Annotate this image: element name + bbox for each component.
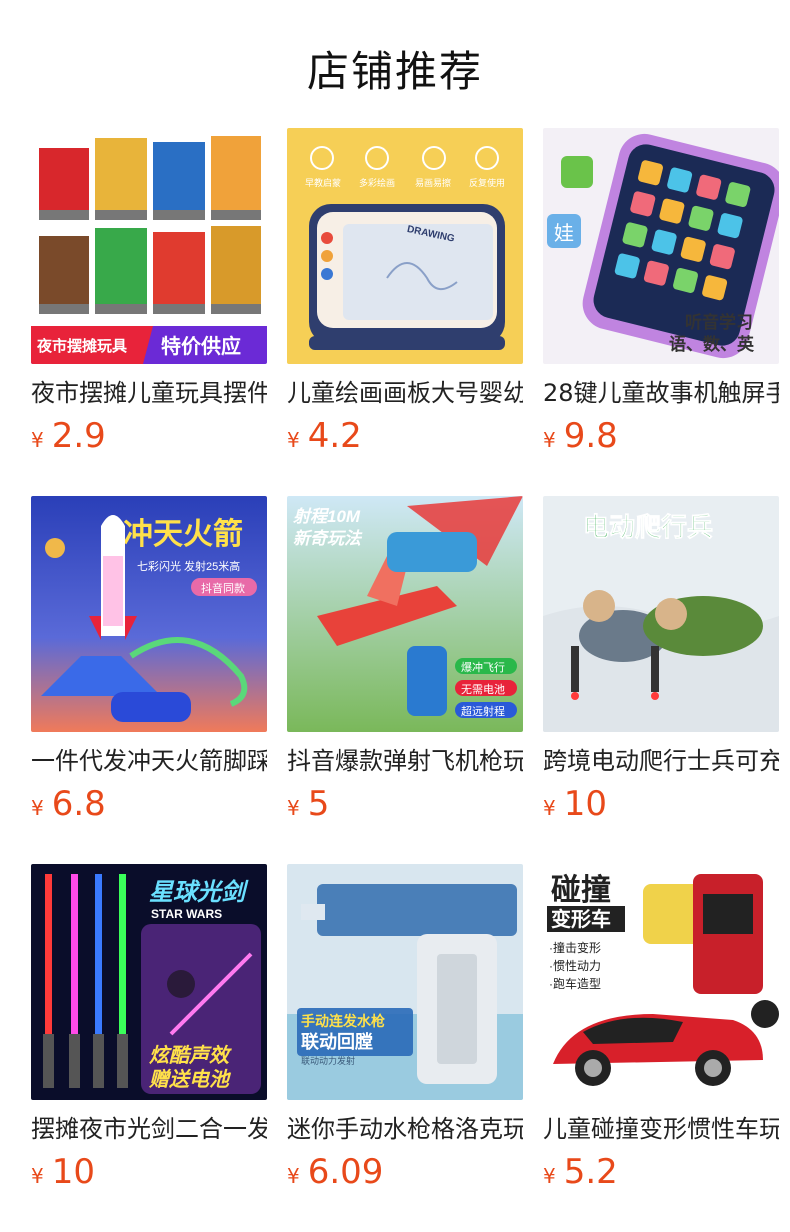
headline-1: 射程10M	[293, 507, 361, 526]
product-card[interactable]: 射程10M 新奇玩法 爆冲飞行 无需电池 超远射程 抖音爆款弹射飞机枪玩具 ¥ …	[287, 496, 523, 824]
caption-2: 语、数、英	[669, 334, 755, 354]
feature: ·跑车造型	[549, 976, 601, 991]
price-value: 9.8	[563, 416, 618, 456]
product-price: ¥ 9.8	[543, 416, 779, 456]
headline-2: 新奇玩法	[293, 529, 363, 548]
subline: 七彩闪光 发射25米高	[137, 559, 240, 573]
headline-2: 变形车	[551, 907, 611, 931]
tile-char: 娃	[554, 222, 574, 245]
product-price: ¥ 4.2	[287, 416, 523, 456]
product-card[interactable]: 手动连发水枪 联动回膛 联动动力发射 迷你手动水枪格洛克玩具 ¥ 6.09	[287, 864, 523, 1192]
banner-left-text: 夜市摆摊玩具	[36, 337, 127, 355]
product-price: ¥ 2.9	[31, 416, 267, 456]
currency-symbol: ¥	[543, 1164, 556, 1188]
currency-symbol: ¥	[31, 1164, 44, 1188]
product-name[interactable]: 夜市摆摊儿童玩具摆件	[31, 376, 267, 410]
feature: ·撞击变形	[549, 940, 601, 955]
price-value: 6.8	[51, 784, 106, 824]
product-image[interactable]: 娃 听音学习 语、数、英	[543, 128, 779, 364]
product-card[interactable]: 碰撞 变形车 ·撞击变形 ·惯性动力 ·跑车造型 儿童碰撞变形惯性车玩具 ¥ 5…	[543, 864, 779, 1192]
headline: 冲天火箭	[123, 517, 243, 551]
currency-symbol: ¥	[543, 796, 556, 820]
caption-1: 听音学习	[685, 312, 753, 332]
currency-symbol: ¥	[31, 428, 44, 452]
product-name[interactable]: 跨境电动爬行士兵可充电	[543, 744, 779, 778]
product-price: ¥ 10	[543, 784, 779, 824]
promo-2: 联动回膛	[301, 1031, 373, 1052]
banner-right-text: 特价供应	[161, 334, 241, 358]
product-image[interactable]: 手动连发水枪 联动回膛 联动动力发射	[287, 864, 523, 1100]
currency-symbol: ¥	[543, 428, 556, 452]
product-image[interactable]: 电动爬行兵	[543, 496, 779, 732]
product-price: ¥ 5.2	[543, 1152, 779, 1192]
product-card[interactable]: 夜市摆摊玩具 特价供应 夜市摆摊儿童玩具摆件 ¥ 2.9	[31, 128, 267, 456]
price-value: 2.9	[51, 416, 106, 456]
currency-symbol: ¥	[287, 428, 300, 452]
product-name[interactable]: 迷你手动水枪格洛克玩具	[287, 1112, 523, 1146]
product-image[interactable]: 夜市摆摊玩具 特价供应	[31, 128, 267, 364]
currency-symbol: ¥	[287, 1164, 300, 1188]
promo-2: 赠送电池	[149, 1068, 232, 1091]
product-image[interactable]: 射程10M 新奇玩法 爆冲飞行 无需电池 超远射程	[287, 496, 523, 732]
badge: 无需电池	[461, 683, 505, 696]
headline: 电动爬行兵	[583, 512, 713, 542]
feature-label: 反复使用	[469, 177, 505, 188]
feature-label: 易画易擦	[415, 177, 451, 188]
product-name[interactable]: 摆摊夜市光剑二合一发光	[31, 1112, 267, 1146]
badge: 爆冲飞行	[461, 660, 505, 674]
promo-3: 联动动力发射	[301, 1055, 355, 1066]
price-value: 10	[563, 784, 607, 824]
tag-text: 抖音同款	[201, 581, 245, 595]
currency-symbol: ¥	[31, 796, 44, 820]
badge: 超远射程	[461, 704, 505, 718]
price-value: 4.2	[307, 416, 362, 456]
product-image[interactable]: 星球光剑 STAR WARS 炫酷声效 赠送电池	[31, 864, 267, 1100]
product-name[interactable]: 儿童碰撞变形惯性车玩具	[543, 1112, 779, 1146]
headline-1: 碰撞	[551, 874, 611, 907]
product-card[interactable]: 冲天火箭 七彩闪光 发射25米高 抖音同款 一件代发冲天火箭脚踩 ¥ 6.8	[31, 496, 267, 824]
product-image[interactable]: 早教启蒙 多彩绘画 易画易擦 反复使用 DRAWING	[287, 128, 523, 364]
product-name[interactable]: 一件代发冲天火箭脚踩	[31, 744, 267, 778]
product-card[interactable]: 电动爬行兵 跨境电动爬行士兵可充电 ¥ 10	[543, 496, 779, 824]
feature-label: 早教启蒙	[305, 177, 341, 188]
feature-label: 多彩绘画	[359, 177, 395, 188]
product-price: ¥ 5	[287, 784, 523, 824]
page-title: 店铺推荐	[306, 47, 483, 96]
product-name[interactable]: 28键儿童故事机触屏手机	[543, 376, 779, 410]
product-image[interactable]: 冲天火箭 七彩闪光 发射25米高 抖音同款	[31, 496, 267, 732]
price-value: 5	[307, 784, 330, 824]
price-value: 5.2	[563, 1152, 618, 1192]
product-price: ¥ 6.09	[287, 1152, 523, 1192]
product-card[interactable]: 娃 听音学习 语、数、英 28键儿童故事机触屏手机 ¥ 9.8	[543, 128, 779, 456]
product-price: ¥ 6.8	[31, 784, 267, 824]
product-price: ¥ 10	[31, 1152, 267, 1192]
product-name[interactable]: 抖音爆款弹射飞机枪玩具	[287, 744, 523, 778]
headline-cn: 星球光剑	[149, 879, 249, 906]
feature: ·惯性动力	[549, 958, 601, 973]
product-card[interactable]: 早教启蒙 多彩绘画 易画易擦 反复使用 DRAWING 儿童绘画画板大号婴幼儿 …	[287, 128, 523, 456]
product-card[interactable]: 星球光剑 STAR WARS 炫酷声效 赠送电池 摆摊夜市光剑二合一发光 ¥ 1…	[31, 864, 267, 1192]
headline-en: STAR WARS	[151, 907, 222, 921]
promo-1: 炫酷声效	[149, 1044, 232, 1067]
promo-1: 手动连发水枪	[301, 1013, 385, 1029]
price-value: 10	[51, 1152, 95, 1192]
product-image[interactable]: 碰撞 变形车 ·撞击变形 ·惯性动力 ·跑车造型	[543, 864, 779, 1100]
currency-symbol: ¥	[287, 796, 300, 820]
product-name[interactable]: 儿童绘画画板大号婴幼儿	[287, 376, 523, 410]
price-value: 6.09	[307, 1152, 384, 1192]
